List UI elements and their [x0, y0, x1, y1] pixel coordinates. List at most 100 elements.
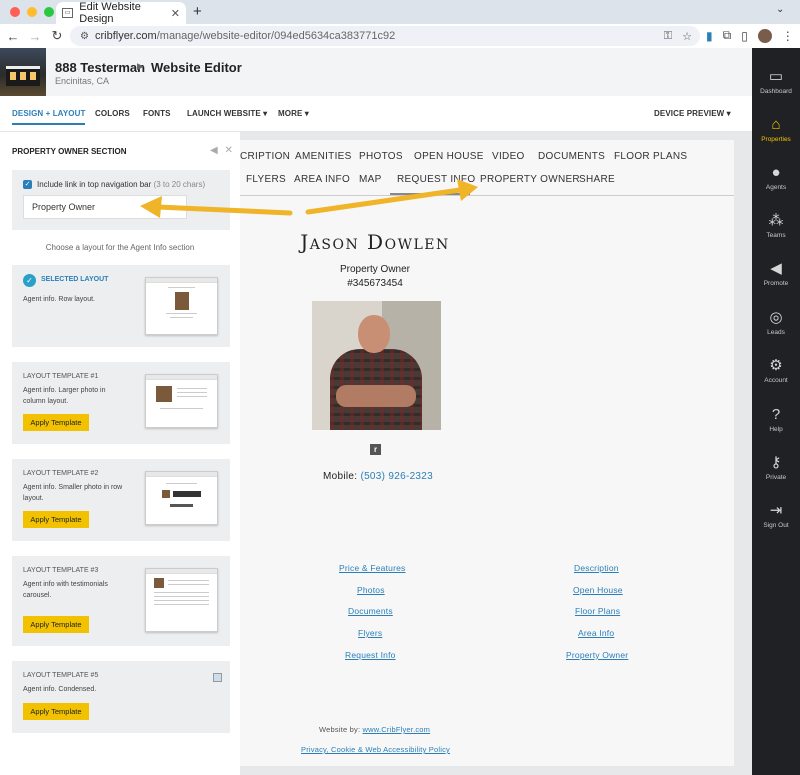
footer-link[interactable]: Request Info — [345, 650, 396, 660]
tab-design-layout[interactable]: DESIGN + LAYOUT — [12, 109, 86, 125]
layout-title: LAYOUT TEMPLATE #1 — [23, 373, 99, 380]
layout-preview-thumbnail — [145, 277, 218, 335]
forward-icon[interactable]: → — [24, 29, 46, 44]
layout-title: LAYOUT TEMPLATE #2 — [23, 470, 99, 477]
url-path: /manage/website-editor/094ed5634ca383771… — [156, 30, 396, 42]
preview-nav-link[interactable]: CRIPTION — [240, 151, 290, 162]
address-bar[interactable]: ⚙ cribflyer.com/manage/website-editor/09… — [70, 26, 700, 46]
browser-menu-icon[interactable]: ⋮ — [782, 29, 794, 43]
preview-nav-link[interactable]: FLOOR PLANS — [614, 151, 687, 162]
include-link-checkbox[interactable]: ✓ — [23, 180, 32, 189]
preview-nav-link[interactable]: DOCUMENTS — [538, 151, 605, 162]
back-icon[interactable]: ← — [2, 29, 24, 44]
sidebar-item-teams[interactable]: ⁂ Teams — [752, 212, 800, 239]
agent-photo — [312, 301, 441, 430]
sidebar-item-account[interactable]: ⚙ Account — [752, 357, 800, 384]
layout-template-card: LAYOUT TEMPLATE #2 Agent info. Smaller p… — [12, 459, 230, 541]
browser-tab-bar: ▭ Edit Website Design ✕ + ⌄ — [0, 0, 800, 25]
layout-description: Agent info. Row layout. — [23, 296, 95, 303]
monitor-icon: ▭ — [768, 68, 784, 85]
cribflyer-link[interactable]: www.CribFlyer.com — [363, 725, 431, 734]
sign-out-icon: ⇥ — [769, 502, 783, 519]
sidebar-item-agents[interactable]: ● Agents — [752, 164, 800, 191]
sidebar-item-help[interactable]: ? Help — [752, 406, 800, 433]
tab-colors[interactable]: COLORS — [95, 109, 130, 118]
puzzle-extensions-icon[interactable]: ⧉ — [723, 28, 732, 43]
panel-title: PROPERTY OWNER SECTION — [12, 147, 127, 156]
nav-divider — [240, 195, 734, 196]
preview-nav-link[interactable]: AREA INFO — [294, 174, 350, 185]
sidebar-item-leads[interactable]: ◎ Leads — [752, 309, 800, 336]
preview-nav-link[interactable]: MAP — [359, 174, 382, 185]
layout-title: SELECTED LAYOUT — [41, 276, 109, 283]
key-icon: ⚷ — [770, 454, 782, 471]
launch-website-menu[interactable]: LAUNCH WEBSITE ▾ — [187, 109, 267, 118]
close-tab-icon[interactable]: ✕ — [171, 7, 180, 20]
preview-nav-link[interactable]: VIDEO — [492, 151, 525, 162]
password-key-icon[interactable]: ⚿ — [664, 30, 672, 43]
browser-toolbar: ← → ↻ ⚙ cribflyer.com/manage/website-edi… — [0, 24, 800, 48]
layout-preview-thumbnail — [145, 568, 218, 632]
layout-template-card: LAYOUT TEMPLATE #5 Agent info. Condensed… — [12, 661, 230, 733]
device-preview-menu[interactable]: DEVICE PREVIEW ▾ — [654, 109, 731, 118]
tab-search-chevron-icon[interactable]: ⌄ — [776, 4, 784, 15]
more-menu[interactable]: MORE ▾ — [278, 109, 309, 118]
layout-description: Agent info with testimonials carousel. — [23, 581, 108, 599]
caret-down-icon: ▾ — [726, 109, 731, 118]
preview-nav-link[interactable]: REQUEST INFO — [397, 174, 475, 185]
reload-icon[interactable]: ↻ — [46, 28, 68, 44]
footer-link[interactable]: Documents — [348, 606, 393, 616]
panel-controls: ◀ ✕ — [210, 145, 233, 156]
zoom-window-button[interactable] — [44, 7, 54, 17]
preview-nav-link[interactable]: PROPERTY OWNER — [480, 174, 580, 185]
agent-name: Jason Dowlen — [300, 230, 450, 254]
check-circle-icon: ✓ — [23, 274, 36, 287]
policy-footer: Privacy, Cookie & Web Accessibility Poli… — [301, 745, 450, 754]
group-icon: ⁂ — [768, 212, 784, 229]
tab-fonts[interactable]: FONTS — [143, 109, 171, 118]
person-icon: ● — [771, 164, 781, 181]
apply-template-button[interactable]: Apply Template — [23, 616, 89, 633]
agent-license-id: #345673454 — [347, 278, 403, 289]
footer-link[interactable]: Property Owner — [566, 650, 628, 660]
url-host: cribflyer.com — [94, 30, 157, 42]
apply-template-button[interactable]: Apply Template — [23, 511, 89, 528]
bookmark-star-icon[interactable]: ☆ — [682, 30, 692, 43]
footer-link[interactable]: Description — [574, 563, 619, 573]
preview-nav-link[interactable]: SHARE — [579, 174, 615, 185]
nav-link-name-input[interactable] — [23, 195, 187, 219]
footer-link[interactable]: Price & Features — [339, 563, 406, 573]
new-tab-icon[interactable]: + — [193, 3, 202, 20]
window-controls — [10, 7, 54, 17]
collapse-panel-icon[interactable]: ◀ — [210, 145, 218, 156]
footer-link[interactable]: Open House — [573, 585, 623, 595]
policy-link[interactable]: Privacy, Cookie & Web Accessibility Poli… — [301, 745, 450, 754]
megaphone-icon: ◀ — [770, 260, 782, 277]
extension-icon[interactable]: ▮ — [706, 29, 713, 43]
browser-tab[interactable]: ▭ Edit Website Design ✕ — [56, 1, 186, 25]
preview-nav-link[interactable]: PHOTOS — [359, 151, 403, 162]
sidebar-item-dashboard[interactable]: ▭ Dashboard — [752, 68, 800, 95]
sidebar-item-properties[interactable]: ⌂ Properties — [752, 116, 800, 143]
footer-link[interactable]: Floor Plans — [575, 606, 620, 616]
layout-description: Agent info. Larger photo in column layou… — [23, 387, 106, 405]
agent-phone-link[interactable]: (503) 926-2323 — [360, 471, 433, 482]
sidebar-item-promote[interactable]: ◀ Promote — [752, 260, 800, 287]
close-panel-icon[interactable]: ✕ — [224, 145, 232, 156]
sidepanel-icon[interactable]: ▯ — [741, 29, 748, 43]
site-settings-icon[interactable]: ⚙ — [80, 31, 89, 42]
preview-nav-link[interactable]: FLYERS — [246, 174, 286, 185]
layout-template-card: LAYOUT TEMPLATE #1 Agent info. Larger ph… — [12, 362, 230, 444]
apply-template-button[interactable]: Apply Template — [23, 703, 89, 720]
minimize-window-button[interactable] — [27, 7, 37, 17]
footer-link[interactable]: Flyers — [358, 628, 382, 638]
profile-avatar[interactable] — [757, 28, 772, 43]
close-window-button[interactable] — [10, 7, 20, 17]
sidebar-item-sign-out[interactable]: ⇥ Sign Out — [752, 502, 800, 529]
preview-nav-link[interactable]: OPEN HOUSE — [414, 151, 484, 162]
footer-link[interactable]: Photos — [357, 585, 385, 595]
preview-nav-link[interactable]: AMENITIES — [295, 151, 352, 162]
apply-template-button[interactable]: Apply Template — [23, 414, 89, 431]
sidebar-item-private[interactable]: ⚷ Private — [752, 454, 800, 481]
footer-link[interactable]: Area Info — [578, 628, 614, 638]
